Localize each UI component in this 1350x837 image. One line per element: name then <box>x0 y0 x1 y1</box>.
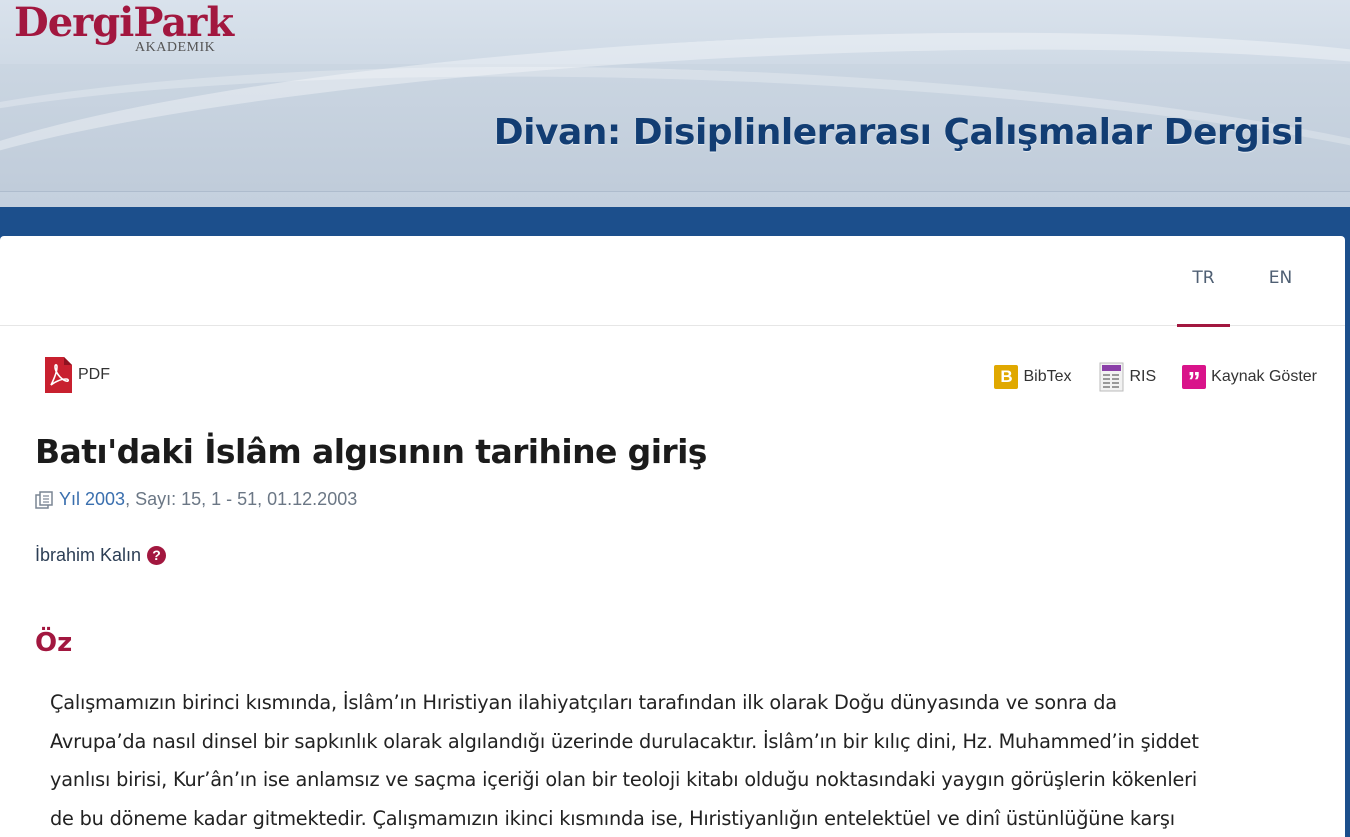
abstract-text: Çalışmamızın birinci kısmında, İslâm’ın … <box>50 684 1315 837</box>
bibtex-icon: B <box>994 365 1019 389</box>
article-meta: Yıl 2003 , Sayı: 15, 1 - 51, 01.12.2003 <box>35 489 357 510</box>
abstract-line: yanlısı birisi, Kur’ân’ın ise anlamsız v… <box>50 768 1198 791</box>
pdf-label: PDF <box>78 366 110 383</box>
ris-icon <box>1099 362 1123 392</box>
cite-button[interactable]: ” Kaynak Göster <box>1182 365 1317 396</box>
abstract-line: de bu döneme kadar gitmektedir. Çalışmam… <box>50 806 1175 830</box>
pdf-icon <box>45 357 72 393</box>
article-card: TR EN PDF B BibTex RIS ” Kaynak Göster B… <box>0 236 1345 837</box>
tab-tr[interactable]: TR <box>1177 236 1230 327</box>
pdf-download-link[interactable]: PDF <box>45 357 110 393</box>
abstract-line: Avrupa’da nasıl dinsel bir sapkınlık ola… <box>50 729 1199 753</box>
copy-icon <box>35 490 53 509</box>
journal-title[interactable]: Divan: Disiplinlerarası Çalışmalar Dergi… <box>494 112 1305 153</box>
language-tabs: TR EN <box>0 236 1345 327</box>
author-line: İbrahim Kalın ? <box>35 545 167 566</box>
site-header: DergiPark AKADEMIK Divan: Disiplinlerara… <box>0 0 1350 207</box>
ris-label: RIS <box>1129 368 1157 385</box>
cite-label: Kaynak Göster <box>1211 368 1317 385</box>
bibtex-label: BibTex <box>1023 368 1072 385</box>
article-title: Batı'daki İslâm algısının tarihine giriş <box>35 432 707 471</box>
help-icon[interactable]: ? <box>147 546 167 565</box>
cite-icon: ” <box>1182 365 1207 396</box>
dergipark-logo[interactable]: DergiPark AKADEMIK <box>14 0 234 55</box>
bibtex-button[interactable]: B BibTex <box>994 365 1072 389</box>
abstract-heading: Öz <box>35 628 73 658</box>
citation-tools: B BibTex RIS ” Kaynak Göster <box>968 362 1317 396</box>
abstract-line: Çalışmamızın birinci kısmında, İslâm’ın … <box>50 691 1117 714</box>
tab-en[interactable]: EN <box>1254 236 1307 326</box>
issue-details: , Sayı: 15, 1 - 51, 01.12.2003 <box>125 489 358 509</box>
issue-year-link[interactable]: Yıl 2003 <box>59 489 125 510</box>
logo-sub-text: AKADEMIK <box>135 40 216 55</box>
author-name[interactable]: İbrahim Kalın <box>35 545 141 566</box>
ris-button[interactable]: RIS <box>1098 362 1157 392</box>
